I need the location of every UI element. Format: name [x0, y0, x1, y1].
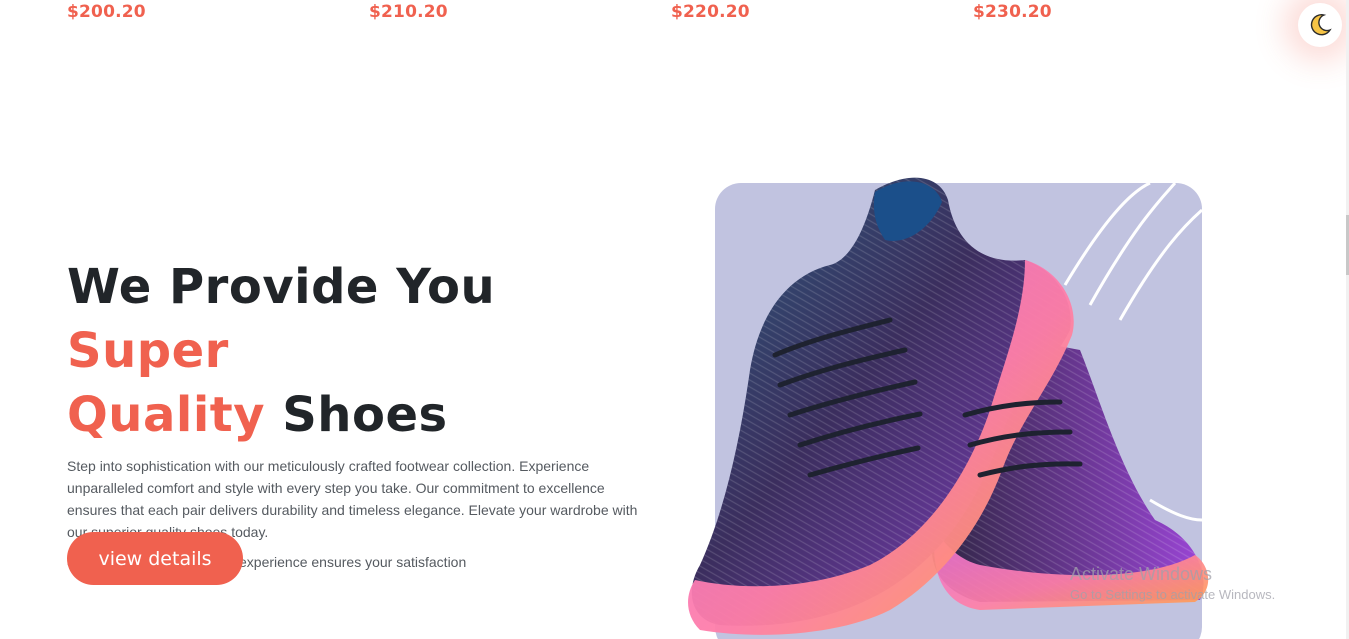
- product-price: $210.20: [369, 2, 448, 22]
- title-accent: Super: [67, 323, 229, 379]
- product-price: $230.20: [973, 2, 1052, 22]
- watermark-subtitle: Go to Settings to activate Windows.: [1070, 587, 1276, 602]
- view-details-button[interactable]: view details: [67, 532, 243, 585]
- title-accent: Quality: [67, 387, 266, 443]
- title-text: We Provide You: [67, 259, 496, 315]
- product-price: $220.20: [671, 2, 750, 22]
- hero-section: We Provide You Super Quality Shoes Step i…: [67, 255, 667, 573]
- product-price-row: $200.20 $210.20 $220.20 $230.20: [0, 0, 1349, 30]
- theme-toggle-button[interactable]: [1298, 3, 1342, 47]
- hero-title: We Provide You Super Quality Shoes: [67, 255, 667, 447]
- hero-description: Step into sophistication with our meticu…: [67, 458, 638, 540]
- watermark-title: Activate Windows: [1070, 564, 1213, 584]
- title-text: Shoes: [265, 387, 448, 443]
- activate-windows-watermark: Activate Windows Go to Settings to activ…: [1070, 563, 1275, 605]
- product-price: $200.20: [67, 2, 146, 22]
- moon-icon: [1310, 13, 1332, 36]
